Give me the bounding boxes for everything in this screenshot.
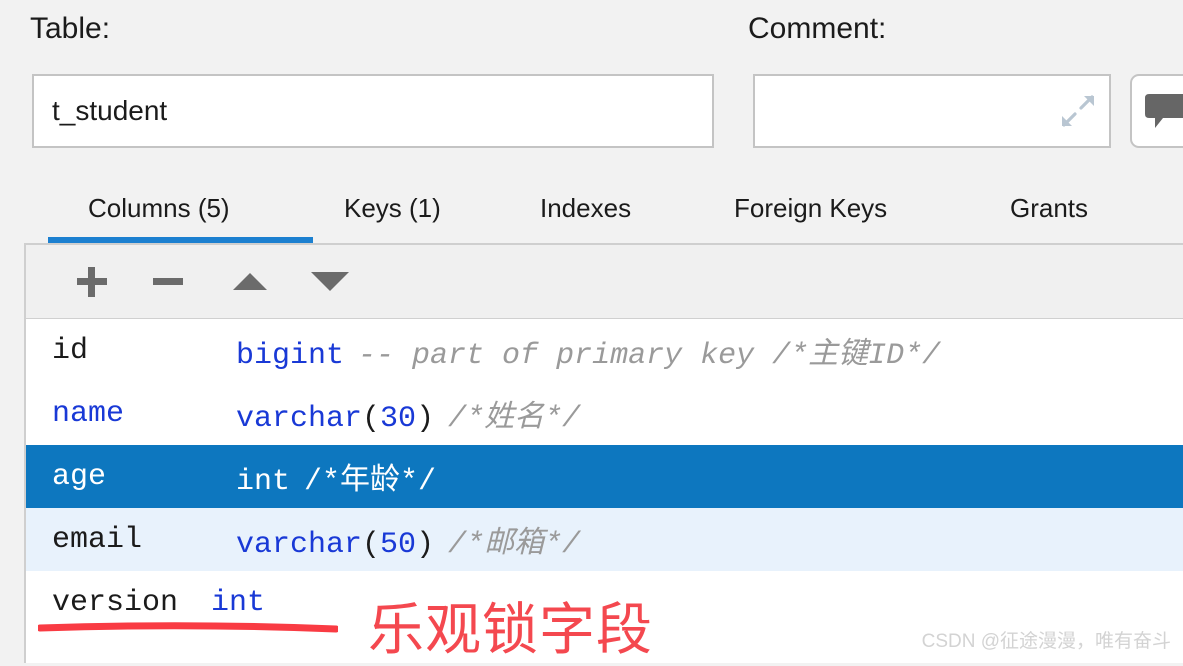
- grid-toolbar: [26, 245, 1183, 319]
- tab-keys-label: Keys (1): [344, 192, 441, 223]
- column-type: bigint: [236, 339, 345, 373]
- table-row[interactable]: name varchar(30) /*姓名*/: [26, 382, 1183, 445]
- comment-label: Comment:: [748, 12, 887, 45]
- annotation-note: 乐观锁字段: [368, 598, 653, 661]
- column-definition: int: [211, 586, 265, 620]
- tab-grants[interactable]: Grants: [1010, 176, 1088, 240]
- tab-foreign-keys-label: Foreign Keys: [734, 192, 888, 223]
- column-comment: -- part of primary key /*主键ID*/: [358, 339, 941, 373]
- column-definition: varchar(30) /*姓名*/: [236, 391, 580, 436]
- plus-icon: [77, 266, 107, 297]
- column-name: version: [52, 585, 179, 620]
- table-row[interactable]: email varchar(50) /*邮箱*/: [26, 508, 1183, 571]
- expand-diagonal-icon[interactable]: [1061, 94, 1095, 128]
- table-row[interactable]: age int /*年龄*/: [26, 445, 1183, 508]
- speech-bubble-icon: [1145, 92, 1183, 132]
- column-length: 30: [380, 402, 417, 436]
- table-name-label: Table:: [30, 12, 111, 45]
- table-name-input[interactable]: t_student: [32, 74, 714, 148]
- comment-input[interactable]: [753, 74, 1111, 148]
- move-column-up-button[interactable]: [212, 245, 288, 318]
- column-name: id: [52, 333, 89, 368]
- paren-close: ): [416, 402, 435, 436]
- tab-keys[interactable]: Keys (1): [344, 176, 441, 240]
- watermark: CSDN @征途漫漫，唯有奋斗: [921, 631, 1171, 652]
- column-definition: bigint -- part of primary key /*主键ID*/: [236, 328, 940, 373]
- minus-icon: [153, 278, 183, 285]
- table-name-value: t_student: [52, 95, 168, 126]
- column-type: varchar: [236, 402, 363, 436]
- column-comment: /*年龄*/: [304, 465, 437, 499]
- triangle-up-icon: [233, 273, 267, 290]
- tab-columns[interactable]: Columns (5): [48, 176, 313, 244]
- column-definition: varchar(50) /*邮箱*/: [236, 517, 580, 562]
- tab-indexes[interactable]: Indexes: [540, 176, 631, 240]
- tab-grants-label: Grants: [1010, 192, 1089, 223]
- tab-indexes-label: Indexes: [540, 192, 632, 223]
- tab-foreign-keys[interactable]: Foreign Keys: [734, 176, 887, 240]
- table-editor-header: Table: t_student Comment:: [0, 0, 1183, 170]
- add-column-button[interactable]: [54, 245, 130, 318]
- tab-columns-label: Columns (5): [88, 192, 230, 223]
- column-definition: int /*年龄*/: [236, 454, 436, 499]
- triangle-down-icon: [311, 272, 349, 291]
- move-column-down-button[interactable]: [292, 245, 368, 318]
- column-name: name: [52, 396, 125, 431]
- column-type: varchar: [236, 528, 363, 562]
- column-type: int: [211, 585, 266, 620]
- remove-column-button[interactable]: [130, 245, 206, 318]
- comment-toggle-button[interactable]: [1130, 74, 1183, 148]
- column-name: age: [52, 459, 107, 494]
- column-type: int: [236, 465, 291, 499]
- paren-open: (: [362, 402, 381, 436]
- column-name: email: [52, 522, 143, 557]
- column-length: 50: [380, 528, 417, 562]
- editor-tabs: Columns (5) Keys (1) Indexes Foreign Key…: [0, 176, 1183, 244]
- column-comment: /*邮箱*/: [448, 528, 581, 562]
- paren-close: ): [416, 528, 435, 562]
- table-row[interactable]: id bigint -- part of primary key /*主键ID*/: [26, 319, 1183, 382]
- column-comment: /*姓名*/: [448, 402, 581, 436]
- paren-open: (: [362, 528, 381, 562]
